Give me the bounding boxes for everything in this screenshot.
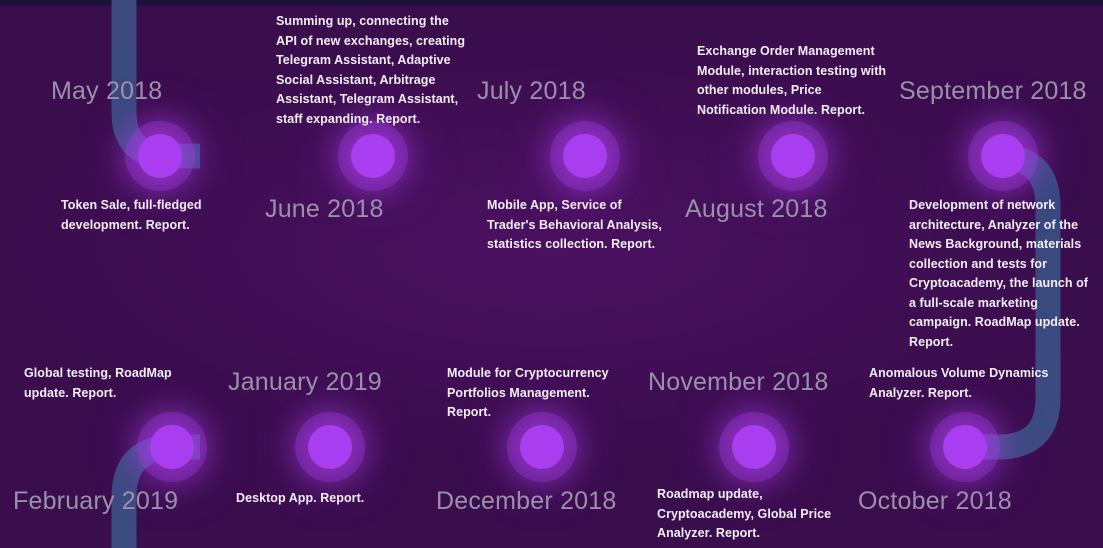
milestone-node-december-2018[interactable] — [520, 425, 564, 469]
roadmap-timeline: May 2018 Token Sale, full-fledged develo… — [0, 0, 1103, 548]
milestone-node-august-2018[interactable] — [771, 134, 815, 178]
month-label-february-2019: February 2019 — [13, 487, 179, 515]
description-january-2019: Desktop App. Report. — [236, 491, 365, 505]
month-label-january-2019: January 2019 — [228, 368, 382, 396]
month-label-august-2018: August 2018 — [685, 195, 828, 223]
month-label-december-2018: December 2018 — [436, 487, 617, 515]
description-october-2018: Anomalous Volume Dynamics Analyzer. Repo… — [869, 366, 1049, 400]
month-label-november-2018: November 2018 — [648, 368, 829, 396]
description-november-2018: Roadmap update, Cryptoacademy, Global Pr… — [657, 487, 832, 540]
month-label-may-2018: May 2018 — [51, 77, 163, 105]
milestone-node-january-2019[interactable] — [308, 425, 352, 469]
milestone-node-february-2019[interactable] — [150, 425, 194, 469]
milestone-node-may-2018[interactable] — [138, 134, 182, 178]
month-label-july-2018: July 2018 — [477, 77, 586, 105]
milestone-node-june-2018[interactable] — [351, 134, 395, 178]
description-may-2018: Token Sale, full-fledged development. Re… — [61, 198, 202, 232]
description-february-2019: Global testing, RoadMap update. Report. — [24, 366, 172, 400]
month-label-september-2018: September 2018 — [899, 77, 1087, 105]
description-july-2018: Mobile App, Service of Trader's Behavior… — [487, 198, 662, 251]
milestone-node-october-2018[interactable] — [943, 425, 987, 469]
milestone-node-november-2018[interactable] — [732, 425, 776, 469]
description-september-2018: Development of network architecture, Ana… — [909, 198, 1088, 349]
month-label-june-2018: June 2018 — [265, 195, 384, 223]
description-june-2018: Summing up, connecting the API of new ex… — [276, 14, 466, 126]
milestone-node-september-2018[interactable] — [981, 134, 1025, 178]
month-label-october-2018: October 2018 — [858, 487, 1012, 515]
description-december-2018: Module for Cryptocurrency Portfolios Man… — [447, 366, 609, 419]
milestone-node-july-2018[interactable] — [563, 134, 607, 178]
description-august-2018: Exchange Order Management Module, intera… — [697, 44, 887, 117]
